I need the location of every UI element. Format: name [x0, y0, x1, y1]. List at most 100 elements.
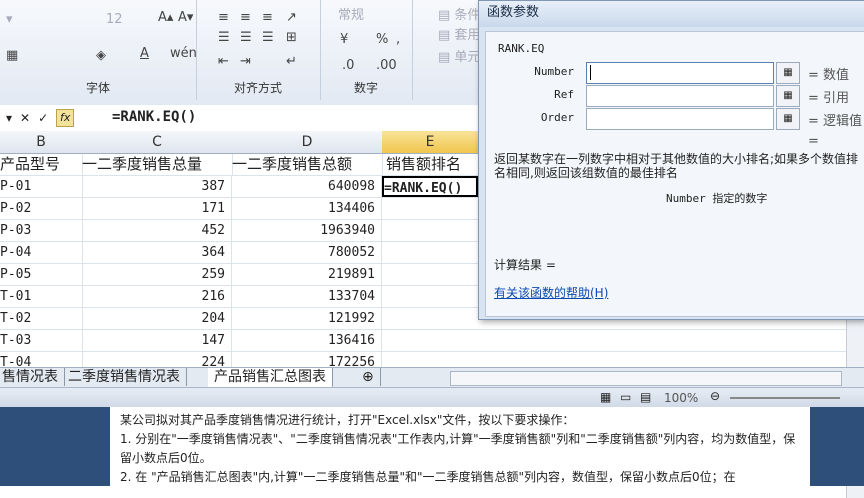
quantity-cell[interactable]: 387: [82, 176, 232, 197]
collapse-dialog-button[interactable]: ▦: [776, 85, 800, 107]
increase-indent-icon[interactable]: ⇥: [240, 54, 251, 69]
insert-function-icon[interactable]: fx: [56, 109, 75, 127]
model-cell[interactable]: T-03: [0, 330, 83, 351]
align-left-icon[interactable]: ☰: [218, 30, 230, 45]
decrease-indent-icon[interactable]: ⇤: [218, 54, 229, 69]
align-top-icon[interactable]: ≡: [218, 10, 229, 25]
align-bottom-icon[interactable]: ≡: [262, 10, 273, 25]
quantity-cell[interactable]: 216: [82, 286, 232, 307]
tab-sheet-3[interactable]: 产品销售汇总图表: [208, 368, 333, 388]
conditional-format-button[interactable]: ▤ 条件: [438, 4, 480, 23]
alignment-group: ≡ ≡ ≡ ↗ ☰ ☰ ☰ ⊞ ⇤ ⇥ ↵ 对齐方式: [196, 0, 321, 100]
align-center-icon[interactable]: ☰: [240, 30, 252, 45]
amount-cell[interactable]: 640098: [232, 176, 382, 197]
order-input[interactable]: [586, 108, 774, 130]
conditional-format-label: 条件: [454, 8, 481, 23]
number-input[interactable]: [586, 62, 774, 84]
amount-cell[interactable]: 172256: [232, 352, 382, 367]
font-name-dropdown[interactable]: ▾: [6, 12, 13, 27]
tab-sheet-1[interactable]: 售情况表: [0, 368, 65, 386]
quantity-cell[interactable]: 364: [82, 242, 232, 263]
merge-icon[interactable]: ⊞: [286, 30, 297, 45]
wrap-text-icon[interactable]: ↵: [286, 54, 297, 69]
dialog-title: 函数参数: [479, 1, 864, 27]
quantity-cell[interactable]: 452: [82, 220, 232, 241]
header-rank[interactable]: 销售额排名: [386, 154, 479, 175]
table-row: T-04 224 172256: [0, 352, 864, 368]
font-color-icon[interactable]: A: [140, 46, 149, 61]
amount-cell[interactable]: 133704: [232, 286, 382, 307]
format-as-table-label: 套用: [454, 28, 481, 43]
header-amount[interactable]: 一二季度销售总额: [232, 154, 383, 175]
page-layout-icon[interactable]: ▭: [620, 390, 631, 404]
quantity-cell[interactable]: 204: [82, 308, 232, 329]
model-cell[interactable]: P-01: [0, 176, 83, 197]
normal-view-icon[interactable]: ▦: [600, 390, 611, 404]
amount-cell[interactable]: 121992: [232, 308, 382, 329]
font-group-label: 字体: [85, 81, 110, 95]
fill-color-icon[interactable]: ◈: [96, 48, 106, 63]
percent-icon[interactable]: %: [376, 32, 388, 47]
model-cell[interactable]: P-04: [0, 242, 83, 263]
quantity-cell[interactable]: 224: [82, 352, 232, 367]
cell-styles-button[interactable]: ▤ 单元: [438, 46, 480, 65]
quantity-cell[interactable]: 171: [82, 198, 232, 219]
active-cell-rank[interactable]: =RANK.EQ(): [382, 176, 478, 197]
tab-sheet-2[interactable]: 二季度销售情况表: [62, 368, 187, 386]
decrease-decimal-icon[interactable]: .00: [376, 58, 397, 73]
model-cell[interactable]: T-02: [0, 308, 83, 329]
model-cell[interactable]: T-01: [0, 286, 83, 307]
formula-input[interactable]: =RANK.EQ(): [112, 109, 196, 125]
collapse-dialog-button[interactable]: ▦: [776, 108, 800, 130]
amount-cell[interactable]: 136416: [232, 330, 382, 351]
page-break-icon[interactable]: ▤: [640, 390, 651, 404]
column-header-c[interactable]: C: [82, 131, 233, 154]
collapse-dialog-button[interactable]: ▦: [776, 62, 800, 84]
model-cell[interactable]: T-04: [0, 352, 83, 367]
enter-icon[interactable]: ✓: [38, 111, 48, 125]
insert-sheet-icon[interactable]: ⊕: [356, 368, 381, 386]
zoom-level[interactable]: 100%: [664, 391, 698, 405]
help-link[interactable]: 有关该函数的帮助(H): [494, 284, 608, 301]
model-cell[interactable]: P-02: [0, 198, 83, 219]
quantity-cell[interactable]: 259: [82, 264, 232, 285]
number-group: 常规 ¥ % , .0 .00 数字: [320, 0, 413, 100]
arg-row-number: Number ▦ = 数值: [486, 62, 864, 84]
header-quantity[interactable]: 一二季度销售总量: [82, 154, 233, 175]
number-format-dropdown[interactable]: 常规: [338, 4, 364, 23]
format-as-table-button[interactable]: ▤ 套用: [438, 24, 480, 43]
orientation-icon[interactable]: ↗: [286, 10, 297, 25]
ref-input[interactable]: [586, 85, 774, 107]
amount-cell[interactable]: 780052: [232, 242, 382, 263]
status-bar: ▦ ▭ ▤ 100% ⊖: [0, 387, 864, 408]
amount-cell[interactable]: 1963940: [232, 220, 382, 241]
column-header-d[interactable]: D: [232, 131, 383, 154]
header-model[interactable]: 产品型号: [0, 154, 83, 175]
zoom-slider[interactable]: [730, 397, 840, 399]
amount-cell[interactable]: 219891: [232, 264, 382, 285]
model-cell[interactable]: P-03: [0, 220, 83, 241]
amount-cell[interactable]: 134406: [232, 198, 382, 219]
phonetic-icon[interactable]: wén: [170, 46, 197, 61]
arg-row-ref: Ref ▦ = 引用: [486, 85, 864, 107]
quantity-cell[interactable]: 147: [82, 330, 232, 351]
column-header-e[interactable]: E: [382, 131, 479, 154]
model-cell[interactable]: P-05: [0, 264, 83, 285]
align-middle-icon[interactable]: ≡: [240, 10, 251, 25]
argument-description: Number 指定的数字: [666, 192, 768, 205]
name-box-arrow-icon[interactable]: ▾: [6, 111, 12, 125]
column-header-b[interactable]: B: [0, 131, 83, 154]
horizontal-scrollbar[interactable]: [450, 371, 842, 386]
font-group: ▾ 12 A▴ A▾ ▦ ◈ A wén 字体: [0, 0, 197, 100]
increase-font-icon[interactable]: A▴: [158, 10, 173, 25]
table-row: T-03 147 136416: [0, 330, 864, 352]
font-size-dropdown[interactable]: 12: [106, 12, 123, 27]
align-right-icon[interactable]: ☰: [262, 30, 274, 45]
zoom-out-icon[interactable]: ⊖: [710, 389, 720, 403]
decrease-font-icon[interactable]: A▾: [178, 10, 193, 25]
border-icon[interactable]: ▦: [6, 48, 18, 63]
increase-decimal-icon[interactable]: .0: [342, 58, 354, 73]
cancel-icon[interactable]: ✕: [20, 111, 30, 125]
currency-icon[interactable]: ¥: [340, 32, 348, 47]
comma-icon[interactable]: ,: [396, 32, 400, 47]
